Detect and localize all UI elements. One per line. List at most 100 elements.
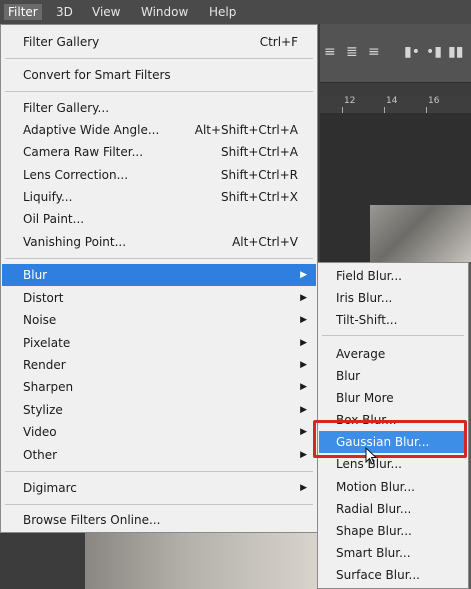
menu-item-shortcut: Alt+Shift+Ctrl+A: [194, 123, 298, 137]
align-top-icon[interactable]: ≡: [324, 44, 336, 60]
menu-item-noise[interactable]: Noise ▶: [2, 309, 316, 331]
submenu-arrow-icon: ▶: [300, 427, 307, 437]
submenu-arrow-icon: ▶: [300, 360, 307, 370]
menu-item-label: Vanishing Point...: [23, 235, 127, 249]
menu-item-digimarc[interactable]: Digimarc ▶: [2, 477, 316, 499]
menu-item-browse-filters-online[interactable]: Browse Filters Online...: [2, 509, 316, 531]
submenu-item-surface-blur[interactable]: Surface Blur...: [319, 564, 467, 586]
menu-item-liquify[interactable]: Liquify... Shift+Ctrl+X: [2, 186, 316, 208]
menu-item-label: Convert for Smart Filters: [23, 68, 171, 82]
menu-item-distort[interactable]: Distort ▶: [2, 287, 316, 309]
submenu-arrow-icon: ▶: [300, 405, 307, 415]
menu-item-label: Filter Gallery...: [23, 101, 110, 115]
menu-item-convert-smart-filters[interactable]: Convert for Smart Filters: [2, 64, 316, 86]
menu-item-label: Camera Raw Filter...: [23, 145, 144, 159]
submenu-item-field-blur[interactable]: Field Blur...: [319, 265, 467, 287]
align-middle-icon[interactable]: ≣: [346, 44, 358, 60]
submenu-item-radial-blur[interactable]: Radial Blur...: [319, 498, 467, 520]
menu-item-label: Lens Correction...: [23, 168, 129, 182]
menu-item-label: Sharpen: [23, 380, 74, 394]
menu-separator: [322, 335, 464, 336]
menu-item-other[interactable]: Other ▶: [2, 444, 316, 466]
menu-item-label: Blur: [23, 268, 48, 282]
menu-item-label: Noise: [23, 313, 57, 327]
ruler-tick: 14: [386, 96, 398, 106]
submenu-arrow-icon: ▶: [300, 315, 307, 325]
menu-item-shortcut: Alt+Ctrl+V: [232, 235, 298, 249]
submenu-item-label: Average: [336, 347, 386, 361]
submenu-item-label: Iris Blur...: [336, 291, 393, 305]
menu-item-label: Oil Paint...: [23, 212, 85, 226]
submenu-item-average[interactable]: Average: [319, 343, 467, 365]
menu-item-filter-gallery[interactable]: Filter Gallery...: [2, 97, 316, 119]
submenu-arrow-icon: ▶: [300, 293, 307, 303]
menu-item-label: Pixelate: [23, 336, 71, 350]
menu-window[interactable]: Window: [137, 4, 192, 20]
submenu-item-label: Motion Blur...: [336, 480, 415, 494]
menu-item-oil-paint[interactable]: Oil Paint...: [2, 208, 316, 230]
menu-item-shortcut: Ctrl+F: [259, 35, 298, 49]
distribute-center-icon[interactable]: •▮: [426, 44, 442, 60]
menu-item-label: Render: [23, 358, 66, 372]
menu-bar: Filter 3D View Window Help: [0, 0, 471, 24]
submenu-item-motion-blur[interactable]: Motion Blur...: [319, 476, 467, 498]
menu-item-camera-raw-filter[interactable]: Camera Raw Filter... Shift+Ctrl+A: [2, 141, 316, 163]
menu-item-vanishing-point[interactable]: Vanishing Point... Alt+Ctrl+V: [2, 231, 316, 253]
menu-item-label: Filter Gallery: [23, 35, 100, 49]
menu-item-label: Other: [23, 448, 58, 462]
menu-item-label: Video: [23, 425, 57, 439]
menu-item-video[interactable]: Video ▶: [2, 421, 316, 443]
submenu-arrow-icon: ▶: [300, 382, 307, 392]
menu-separator: [5, 504, 313, 505]
photo-canvas-bottom: [85, 533, 317, 589]
menu-separator: [5, 258, 313, 259]
submenu-item-label: Smart Blur...: [336, 546, 411, 560]
distribute-right-icon[interactable]: ▮▮: [448, 44, 463, 60]
submenu-item-blur[interactable]: Blur: [319, 365, 467, 387]
menu-filter[interactable]: Filter: [4, 4, 42, 20]
cursor-icon: [365, 446, 378, 465]
submenu-arrow-icon: ▶: [300, 483, 307, 493]
submenu-item-label: Surface Blur...: [336, 568, 420, 582]
filter-menu: Filter Gallery Ctrl+F Convert for Smart …: [0, 24, 318, 533]
menu-item-label: Digimarc: [23, 481, 77, 495]
distribute-left-icon[interactable]: ▮•: [404, 44, 420, 60]
submenu-item-blur-more[interactable]: Blur More: [319, 387, 467, 409]
menu-item-adaptive-wide-angle[interactable]: Adaptive Wide Angle... Alt+Shift+Ctrl+A: [2, 119, 316, 141]
submenu-item-label: Blur More: [336, 391, 394, 405]
submenu-arrow-icon: ▶: [300, 270, 307, 280]
submenu-arrow-icon: ▶: [300, 338, 307, 348]
menu-item-shortcut: Shift+Ctrl+X: [221, 190, 298, 204]
align-bottom-icon[interactable]: ≡: [368, 44, 380, 60]
submenu-arrow-icon: ▶: [300, 450, 307, 460]
menu-item-label: Stylize: [23, 403, 63, 417]
menu-item-shortcut: Shift+Ctrl+R: [220, 168, 298, 182]
menu-item-lens-correction[interactable]: Lens Correction... Shift+Ctrl+R: [2, 164, 316, 186]
menu-separator: [5, 91, 313, 92]
photo-canvas: [370, 205, 471, 265]
menu-3d[interactable]: 3D: [52, 4, 77, 20]
menu-item-label: Liquify...: [23, 190, 73, 204]
menu-item-pixelate[interactable]: Pixelate ▶: [2, 332, 316, 354]
menu-item-blur[interactable]: Blur ▶: [2, 264, 316, 286]
menu-item-stylize[interactable]: Stylize ▶: [2, 399, 316, 421]
submenu-item-shape-blur[interactable]: Shape Blur...: [319, 520, 467, 542]
submenu-item-label: Field Blur...: [336, 269, 402, 283]
menu-item-label: Distort: [23, 291, 64, 305]
menu-item-render[interactable]: Render ▶: [2, 354, 316, 376]
menu-item-sharpen[interactable]: Sharpen ▶: [2, 376, 316, 398]
horizontal-ruler: 12 14 16: [320, 95, 471, 114]
submenu-item-label: Shape Blur...: [336, 524, 412, 538]
menu-separator: [5, 58, 313, 59]
submenu-item-iris-blur[interactable]: Iris Blur...: [319, 287, 467, 309]
menu-item-label: Adaptive Wide Angle...: [23, 123, 160, 137]
menu-item-shortcut: Shift+Ctrl+A: [221, 145, 298, 159]
menu-help[interactable]: Help: [205, 4, 240, 20]
ruler-tick: 12: [344, 96, 356, 106]
options-bar: ≡ ≣ ≡ ▮• •▮ ▮▮: [320, 24, 471, 83]
submenu-item-tilt-shift[interactable]: Tilt-Shift...: [319, 309, 467, 331]
menu-item-filter-gallery-last[interactable]: Filter Gallery Ctrl+F: [2, 31, 316, 53]
submenu-item-label: Blur: [336, 369, 361, 383]
menu-view[interactable]: View: [88, 4, 124, 20]
submenu-item-smart-blur[interactable]: Smart Blur...: [319, 542, 467, 564]
